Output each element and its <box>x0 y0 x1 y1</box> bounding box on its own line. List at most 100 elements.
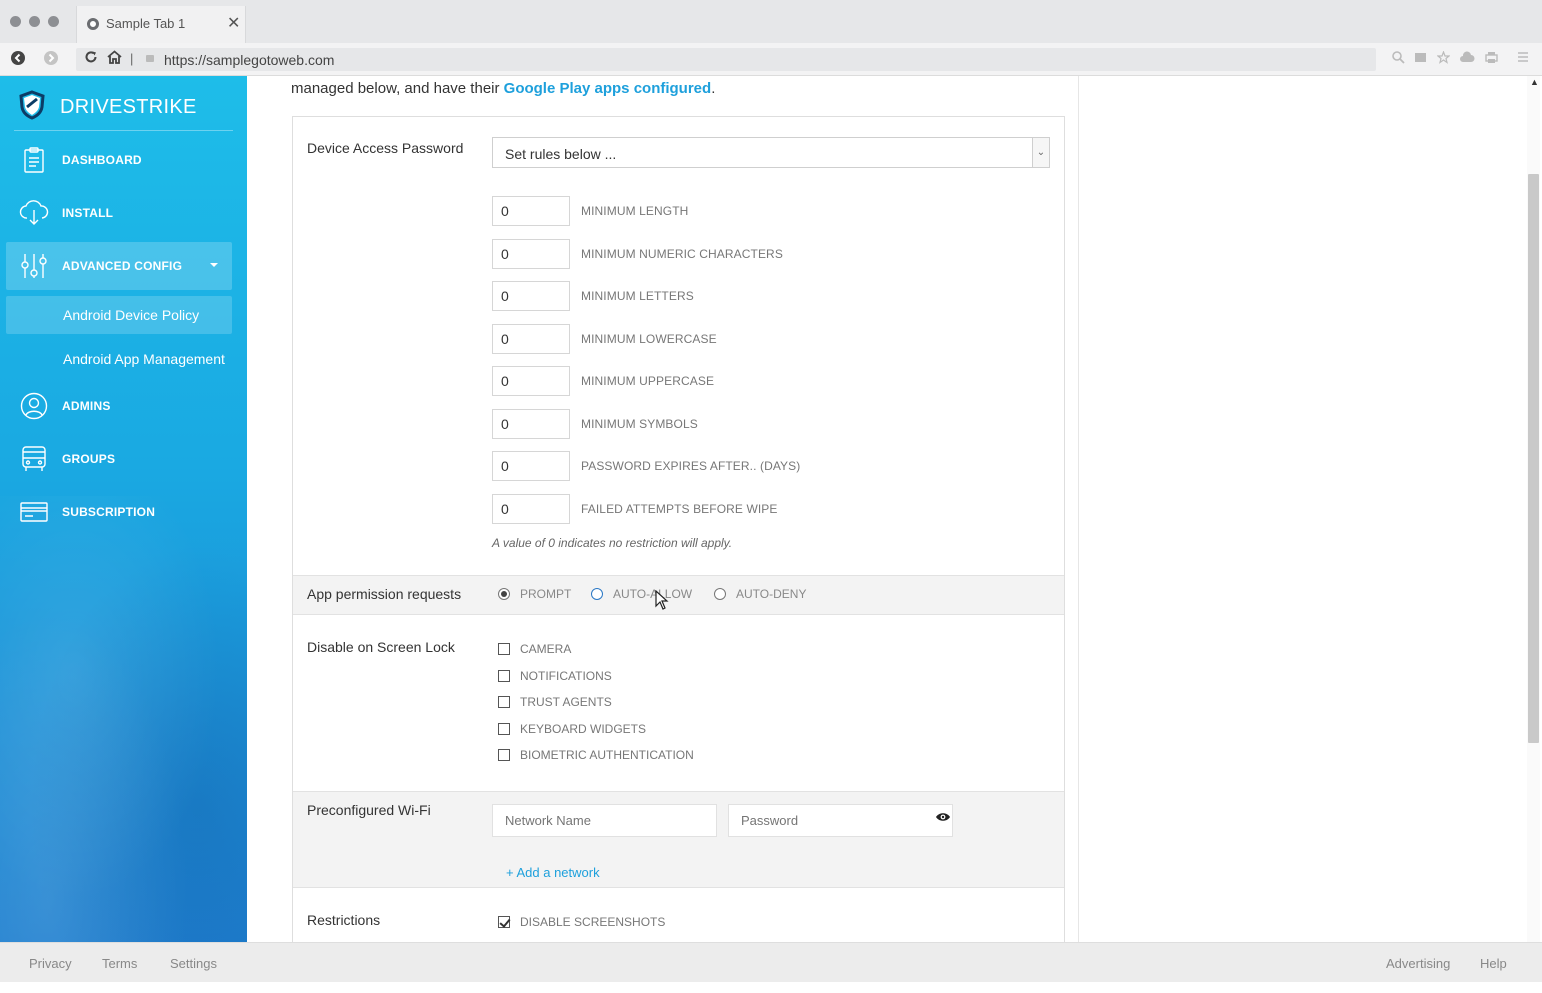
shield-logo-icon <box>18 90 46 125</box>
checkbox-keyboard-widgets[interactable]: KEYBOARD WIDGETS <box>498 722 646 736</box>
minimum-numeric-input[interactable] <box>492 239 570 269</box>
checkbox-box <box>498 696 510 708</box>
sidebar-item-advanced-config[interactable]: ADVANCED CONFIG <box>6 242 232 290</box>
sidebar-subitem-android-app-management[interactable]: Android App Management <box>6 340 232 378</box>
failed-attempts-row: FAILED ATTEMPTS BEFORE WIPE <box>492 494 778 524</box>
minimum-symbols-row: MINIMUM SYMBOLS <box>492 409 698 439</box>
reload-icon[interactable] <box>84 50 98 68</box>
checkbox-box <box>498 749 510 761</box>
back-icon[interactable] <box>10 50 26 70</box>
sidebar-item-groups[interactable]: GROUPS <box>6 435 232 483</box>
checkbox-camera[interactable]: CAMERA <box>498 642 571 656</box>
radio-circle <box>498 588 510 600</box>
checkbox-disable-screenshots[interactable]: DISABLE SCREENSHOTS <box>498 915 665 929</box>
radio-label: AUTO-DENY <box>736 587 807 601</box>
url-text[interactable]: https://samplegotoweb.com <box>164 52 334 68</box>
minimum-length-input[interactable] <box>492 196 570 226</box>
footer-link-privacy[interactable]: Privacy <box>29 956 72 971</box>
minimum-uppercase-label: MINIMUM UPPERCASE <box>581 374 715 388</box>
minimize-window-button[interactable] <box>29 16 40 27</box>
sidebar-item-subscription[interactable]: SUBSCRIPTION <box>6 488 232 536</box>
sidebar-item-dashboard[interactable]: DASHBOARD <box>6 136 232 184</box>
password-hint: A value of 0 indicates no restriction wi… <box>492 536 733 550</box>
credit-card-icon <box>6 501 62 523</box>
radio-auto-deny[interactable]: AUTO-DENY <box>714 587 806 601</box>
minimum-lowercase-input[interactable] <box>492 324 570 354</box>
content-column: managed below, and have their Google Pla… <box>276 76 1079 956</box>
sidebar-item-label: ADVANCED CONFIG <box>62 259 183 273</box>
url-separator: | <box>130 51 134 66</box>
failed-attempts-input[interactable] <box>492 494 570 524</box>
tab-close-icon[interactable]: ✕ <box>227 13 240 33</box>
sidebar-background-image <box>0 496 247 942</box>
forward-icon[interactable] <box>43 50 59 70</box>
sidebar-item-install[interactable]: INSTALL <box>6 189 232 237</box>
wifi-password-field <box>728 804 953 837</box>
minimum-symbols-input[interactable] <box>492 409 570 439</box>
sidebar-subitem-label: Android Device Policy <box>63 307 200 323</box>
sidebar-item-label: SUBSCRIPTION <box>62 505 156 519</box>
checkbox-box <box>498 670 510 682</box>
minimum-letters-input[interactable] <box>492 281 570 311</box>
password-expiry-input[interactable] <box>492 451 570 481</box>
scroll-up-arrow-icon[interactable]: ▲ <box>1530 77 1539 87</box>
wifi-label: Preconfigured Wi-Fi <box>307 802 431 818</box>
footer-link-terms[interactable]: Terms <box>102 956 137 971</box>
policy-form: Device Access Password Set rules below .… <box>292 116 1065 956</box>
tab-title: Sample Tab 1 <box>106 16 186 31</box>
close-window-button[interactable] <box>10 16 21 27</box>
sidebar-item-label: GROUPS <box>62 452 116 466</box>
checkbox-trust-agents[interactable]: TRUST AGENTS <box>498 695 612 709</box>
radio-auto-allow[interactable]: AUTO-ALLOW <box>591 587 692 601</box>
network-name-input[interactable] <box>492 804 717 837</box>
checkbox-label: DISABLE SCREENSHOTS <box>520 915 666 929</box>
device-password-select[interactable]: Set rules below ... ⌄ <box>492 137 1050 168</box>
checkbox-notifications[interactable]: NOTIFICATIONS <box>498 669 612 683</box>
browser-tab[interactable]: Sample Tab 1 ✕ <box>76 6 246 43</box>
device-password-section: Device Access Password Set rules below .… <box>293 117 1064 575</box>
star-icon[interactable] <box>1436 50 1451 67</box>
screen-lock-section: Disable on Screen Lock CAMERA NOTIFICATI… <box>293 615 1064 791</box>
add-network-link[interactable]: + Add a network <box>506 865 600 880</box>
zoom-icon[interactable] <box>1392 51 1405 67</box>
radio-circle <box>714 588 726 600</box>
brand[interactable]: DRIVESTRIKE <box>18 90 197 125</box>
sidebar-item-label: ADMINS <box>62 399 111 413</box>
checkbox-label: KEYBOARD WIDGETS <box>520 722 647 736</box>
radio-circle <box>591 588 603 600</box>
minimum-symbols-label: MINIMUM SYMBOLS <box>581 417 698 431</box>
footer-link-advertising[interactable]: Advertising <box>1386 956 1450 971</box>
footer-link-help[interactable]: Help <box>1480 956 1507 971</box>
eye-icon[interactable] <box>935 810 951 828</box>
brand-name: DRIVESTRIKE <box>60 96 197 118</box>
intro-text-suffix: . <box>711 80 716 97</box>
reader-icon[interactable] <box>1414 51 1427 67</box>
minimum-length-label: MINIMUM LENGTH <box>581 204 689 218</box>
restrictions-label: Restrictions <box>307 912 381 928</box>
app-permission-label: App permission requests <box>307 586 462 602</box>
checkbox-label: BIOMETRIC AUTHENTICATION <box>520 748 694 762</box>
cloud-icon[interactable] <box>1459 51 1475 66</box>
sidebar-subitem-label: Android App Management <box>63 351 225 367</box>
home-icon[interactable] <box>107 50 122 68</box>
menu-icon[interactable] <box>1517 51 1529 66</box>
wifi-password-input[interactable] <box>728 804 953 837</box>
print-icon[interactable] <box>1485 51 1498 67</box>
password-expiry-row: PASSWORD EXPIRES AFTER.. (DAYS) <box>492 451 800 481</box>
scrollbar-thumb[interactable] <box>1528 174 1539 743</box>
checkbox-biometric-authentication[interactable]: BIOMETRIC AUTHENTICATION <box>498 748 694 762</box>
tab-favicon-icon <box>87 18 99 30</box>
intro-text: managed below, and have their Google Pla… <box>291 80 715 97</box>
minimum-uppercase-input[interactable] <box>492 366 570 396</box>
minimum-length-row: MINIMUM LENGTH <box>492 196 688 226</box>
radio-label: PROMPT <box>520 587 572 601</box>
maximize-window-button[interactable] <box>48 16 59 27</box>
device-password-select-value: Set rules below ... <box>505 146 617 162</box>
sidebar-item-admins[interactable]: ADMINS <box>6 382 232 430</box>
footer-link-settings[interactable]: Settings <box>170 956 217 971</box>
google-play-config-link[interactable]: Google Play apps configured <box>504 80 712 97</box>
address-bar: | https://samplegotoweb.com <box>0 43 1542 76</box>
radio-prompt[interactable]: PROMPT <box>498 587 571 601</box>
sidebar-subitem-android-device-policy[interactable]: Android Device Policy <box>6 296 232 334</box>
browser-footer: Privacy Terms Settings Advertising Help <box>0 942 1542 982</box>
